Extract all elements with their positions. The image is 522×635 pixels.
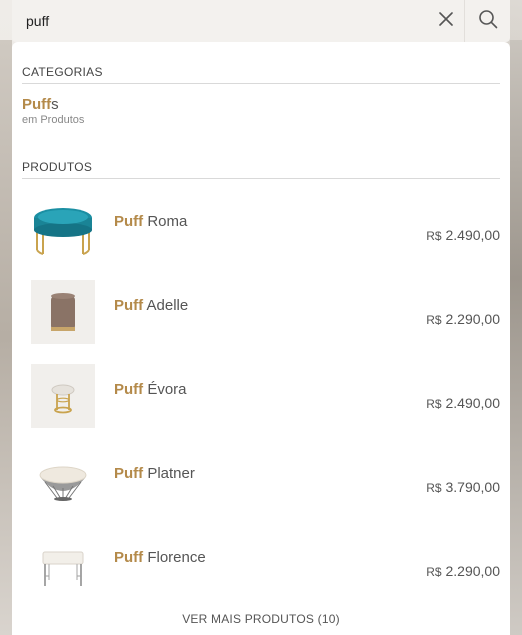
product-name-rest: Adelle: [143, 296, 189, 314]
product-thumbnail: [31, 280, 95, 344]
product-name-rest: Évora: [143, 380, 187, 398]
product-name-highlight: Puff: [114, 548, 144, 566]
product-name-rest: Platner: [143, 464, 195, 482]
product-item-adelle[interactable]: Puff Adelle R$ 2.290,00: [22, 277, 500, 347]
product-price: R$ 2.490,00: [426, 395, 500, 411]
price-value: 2.290,00: [445, 311, 501, 327]
product-name: Puff Évora: [114, 381, 187, 398]
product-name-highlight: Puff: [114, 296, 144, 314]
product-price: R$ 3.790,00: [426, 479, 500, 495]
product-item-florence[interactable]: Puff Florence R$ 2.290,00: [22, 529, 500, 599]
price-value: 2.490,00: [445, 395, 501, 411]
product-name-rest: Florence: [143, 548, 206, 566]
product-name: Puff Florence: [114, 549, 206, 566]
search-icon: [478, 9, 498, 34]
price-value: 2.290,00: [445, 563, 501, 579]
price-currency: R$: [426, 229, 442, 243]
product-item-roma[interactable]: Puff Roma R$ 2.490,00: [22, 193, 500, 263]
product-name-highlight: Puff: [114, 464, 144, 482]
category-name-highlight: Puff: [22, 96, 52, 113]
search-bar: [12, 0, 510, 42]
background-right-edge: [510, 40, 522, 635]
product-name-highlight: Puff: [114, 212, 144, 230]
search-submit-button[interactable]: [464, 0, 510, 42]
product-price: R$ 2.290,00: [426, 311, 500, 327]
background-left-edge: [0, 40, 12, 635]
category-name: Puffs: [22, 96, 84, 113]
category-context: em Produtos: [22, 114, 85, 126]
price-value: 3.790,00: [445, 479, 501, 495]
products-section-title: PRODUTOS: [22, 160, 500, 179]
search-input[interactable]: [12, 0, 428, 42]
product-thumbnail: [31, 532, 95, 596]
product-name-highlight: Puff: [114, 380, 144, 398]
category-name-rest: s: [51, 96, 59, 113]
see-more-products-link[interactable]: VER MAIS PRODUTOS (10): [12, 612, 510, 626]
price-currency: R$: [426, 565, 442, 579]
clear-search-button[interactable]: [428, 0, 464, 42]
price-currency: R$: [426, 397, 442, 411]
product-name-rest: Roma: [143, 212, 188, 230]
close-icon: [439, 11, 453, 31]
product-thumbnail: [31, 364, 95, 428]
category-item-puffs[interactable]: Puffs em Produtos: [22, 96, 84, 126]
product-name: Puff Adelle: [114, 297, 188, 314]
categories-section-title: CATEGORIAS: [22, 65, 500, 84]
search-suggestions-dropdown: CATEGORIAS Puffs em Produtos PRODUTOS Pu…: [12, 42, 510, 635]
product-thumbnail: [31, 448, 95, 512]
product-item-platner[interactable]: Puff Platner R$ 3.790,00: [22, 445, 500, 515]
product-price: R$ 2.290,00: [426, 563, 500, 579]
product-item-evora[interactable]: Puff Évora R$ 2.490,00: [22, 361, 500, 431]
product-price: R$ 2.490,00: [426, 227, 500, 243]
price-currency: R$: [426, 481, 442, 495]
price-value: 2.490,00: [445, 227, 501, 243]
product-thumbnail: [31, 196, 95, 260]
price-currency: R$: [426, 313, 442, 327]
product-name: Puff Roma: [114, 213, 187, 230]
product-name: Puff Platner: [114, 465, 195, 482]
